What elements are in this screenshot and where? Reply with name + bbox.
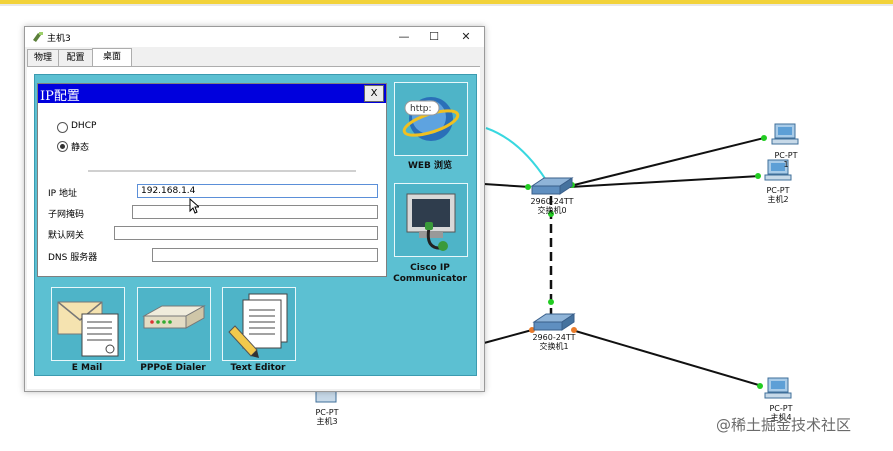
static-radio[interactable] [57,141,68,152]
link-sw1-window [483,329,533,344]
dns-server-label: DNS 服务器 [48,253,98,263]
link-sw0-pc2 [569,175,761,188]
subnet-mask-input[interactable] [132,205,378,219]
tab-config[interactable]: 配置 [58,49,93,66]
pc2-model: PC-PT [766,186,790,195]
pc3-label[interactable]: PC-PT 主机3 [311,408,343,426]
port-led [755,173,761,179]
default-gateway-input[interactable] [114,226,378,240]
web-browser-icon: http: [402,97,460,141]
pppoe-dialer-label[interactable]: PPPoE Dialer [129,363,217,374]
text-editor-label[interactable]: Text Editor [215,363,301,374]
switch0-model: 2960-24TT [530,197,574,206]
ip-config-title: IP配置 [40,89,80,104]
ip-config-dialog[interactable]: IP配置 X DHCP 静态 IP 地址 子网掩码 默认网关 DNS 服务器 [37,83,387,277]
link-sw0-pc-top [569,137,765,187]
dhcp-radio-label[interactable]: DHCP [71,121,96,131]
watermark: @稀土掘金技术社区 [716,416,852,434]
pc2-name: 主机2 [767,195,789,204]
port-led [757,383,763,389]
window-title: 主机3 [47,34,71,44]
pc-app-icon [33,32,43,42]
default-gateway-label: 默认网关 [48,231,85,241]
email-label[interactable]: E Mail [51,363,123,374]
pc3-name: 主机3 [316,417,338,426]
pc3-model: PC-PT [315,408,339,417]
tab-physical[interactable]: 物理 [27,49,59,66]
switch0-name: 交换机0 [537,206,567,215]
dns-server-input[interactable] [152,248,378,262]
port-led [761,135,767,141]
pc4-icon [764,377,792,399]
pc-top-model: PC-PT [774,151,798,160]
http-text: http: [410,104,432,114]
static-radio-label[interactable]: 静态 [71,140,89,153]
pppoe-dialer-tile[interactable] [137,287,211,361]
host3-window[interactable]: 主机3 — ☐ ✕ 物理 配置 桌面 http: WEB 浏览 Cisco IP… [24,26,485,392]
close-button[interactable]: ✕ [451,27,481,47]
dhcp-radio[interactable] [57,122,68,133]
cisco-ip-communicator-tile[interactable] [394,183,468,257]
tab-desktop[interactable]: 桌面 [92,48,132,67]
switch1-icon [532,313,576,331]
switch1-label[interactable]: 2960-24TT 交换机1 [530,333,578,351]
ip-phone-icon [406,193,456,251]
pc-top-name: 1 [783,160,789,169]
wireless-link [485,127,547,181]
mouse-cursor-icon [189,198,199,214]
modem-icon [142,305,206,329]
switch0-icon [530,177,574,195]
web-browser-tile[interactable]: http: [394,82,468,156]
email-tile[interactable] [51,287,125,361]
ip-address-input[interactable] [137,184,378,198]
cisco-ip-communicator-label[interactable]: Cisco IP Communicator [385,263,475,285]
section-divider [88,170,356,172]
pc4-model: PC-PT [769,404,793,413]
pc-top-label[interactable]: PC-PT 1 [770,151,802,169]
text-editor-tile[interactable] [222,287,296,361]
window-titlebar[interactable]: 主机3 — ☐ ✕ [25,27,484,47]
ip-config-titlebar[interactable]: IP配置 X [38,84,386,104]
pc-top-icon [771,123,799,145]
link-sw0-window [483,183,531,188]
switch1-model: 2960-24TT [532,333,576,342]
pc2-label[interactable]: PC-PT 主机2 [762,186,794,204]
email-icon [57,301,119,357]
web-browser-label[interactable]: WEB 浏览 [387,161,473,172]
cisco-ip-label-line1: Cisco IP [410,263,450,273]
link-sw1-pc4 [571,329,763,387]
port-led [548,299,554,305]
port-led [525,184,531,190]
switch0-label[interactable]: 2960-24TT 交换机0 [528,197,576,215]
cisco-ip-label-line2: Communicator [393,274,467,284]
text-editor-icon [228,293,288,358]
switch1-name: 交换机1 [539,342,569,351]
subnet-mask-label: 子网掩码 [48,210,85,220]
minimize-button[interactable]: — [389,27,419,47]
ip-config-close-button[interactable]: X [364,85,384,102]
ip-address-label: IP 地址 [48,189,77,199]
maximize-button[interactable]: ☐ [419,27,449,47]
